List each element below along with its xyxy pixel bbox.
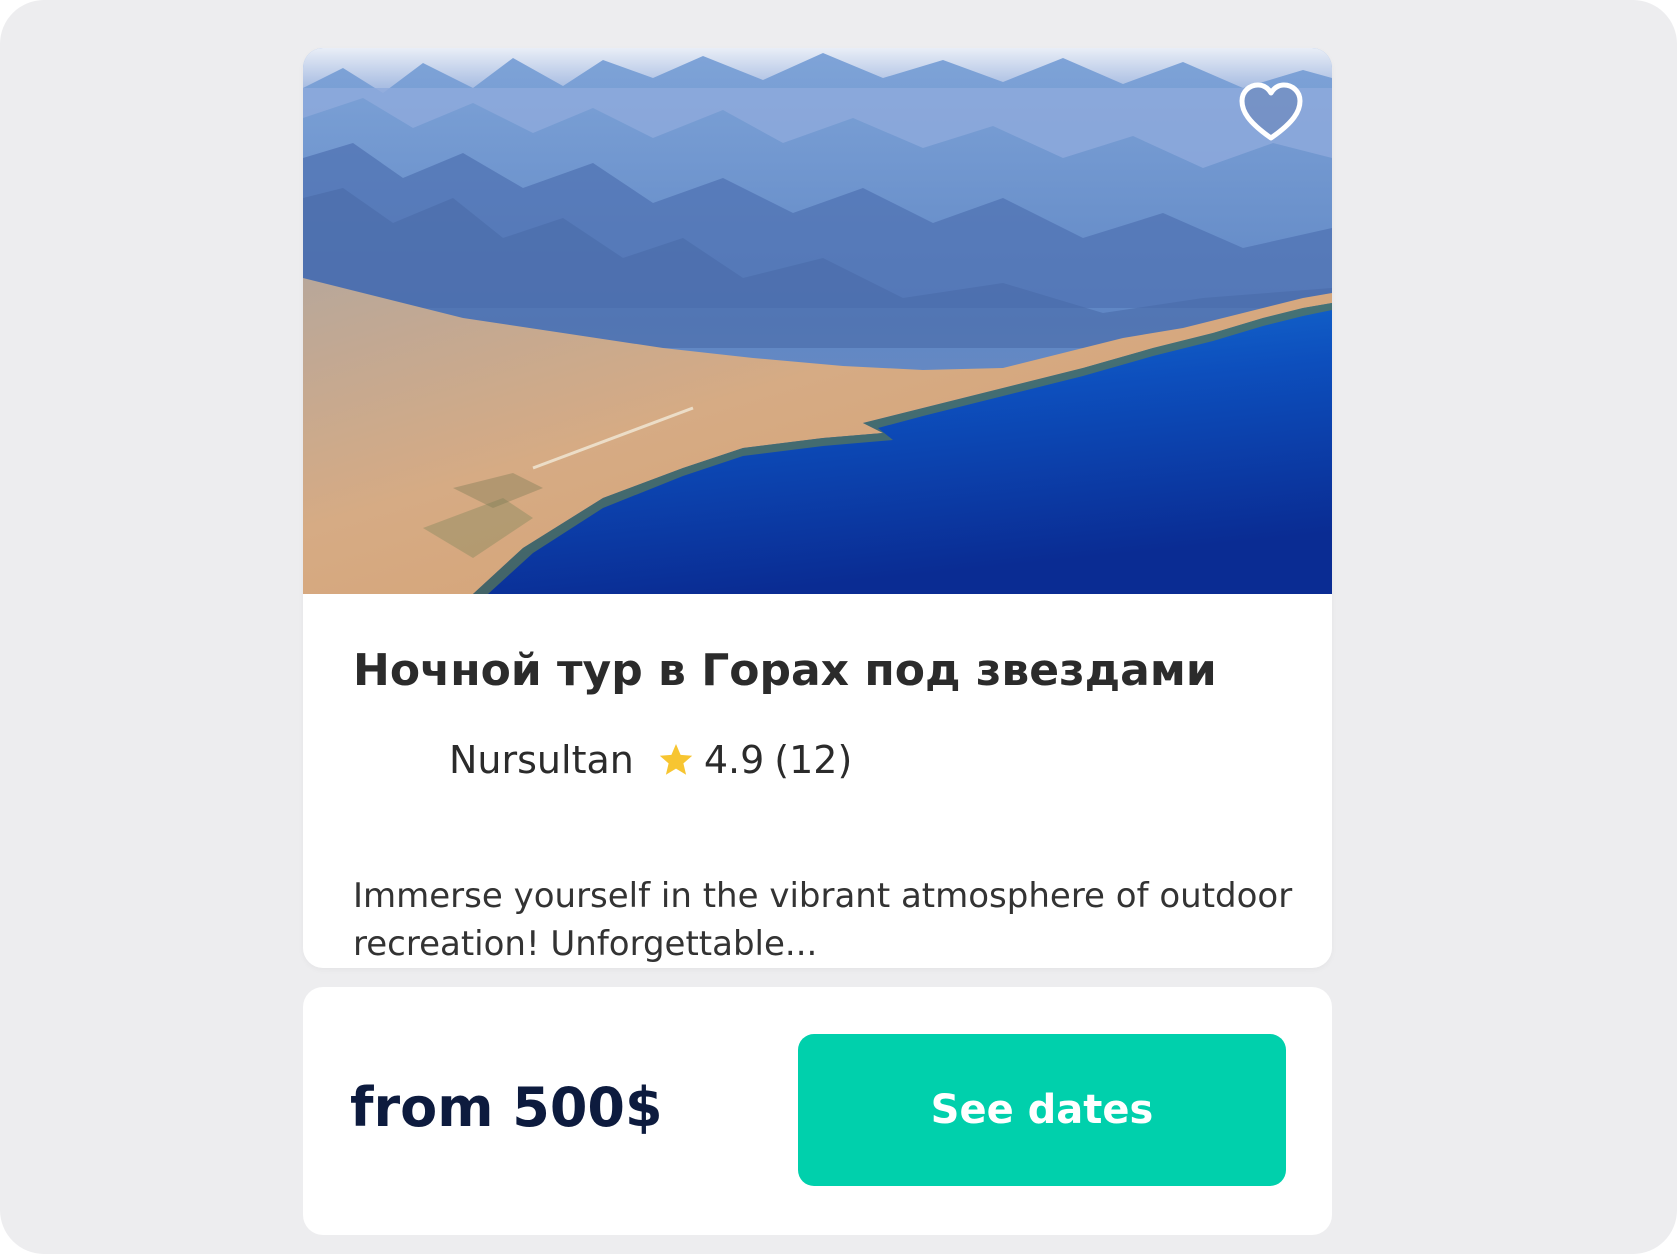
guide-rating-row: Nursultan 4.9 (12)	[353, 731, 853, 789]
booking-bar: from 500$ See dates	[303, 987, 1332, 1235]
tour-photo	[303, 48, 1332, 594]
heart-outline-icon[interactable]	[1236, 78, 1306, 148]
tour-description: Immerse yourself in the vibrant atmosphe…	[353, 876, 1293, 964]
tour-card[interactable]: Ночной тур в Горах под звездами Nursulta…	[303, 48, 1332, 968]
rating-value: 4.9	[703, 738, 765, 782]
reviews-count: (12)	[774, 738, 853, 782]
tour-title[interactable]: Ночной тур в Горах под звездами	[353, 643, 1313, 699]
page-background: Ночной тур в Горах под звездами Nursulta…	[0, 0, 1677, 1254]
see-dates-button[interactable]: See dates	[798, 1034, 1286, 1186]
price-label: from 500$	[350, 1076, 663, 1139]
guide-avatar[interactable]	[353, 731, 411, 789]
guide-name[interactable]: Nursultan	[449, 738, 634, 782]
star-icon	[659, 744, 693, 775]
